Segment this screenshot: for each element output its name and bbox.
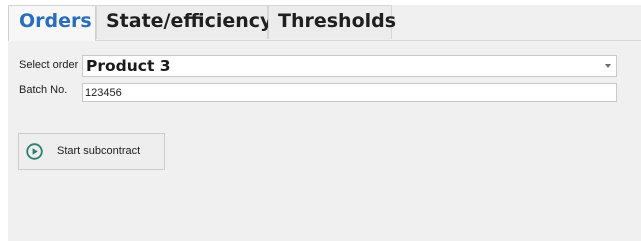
batch-no-input[interactable]	[82, 83, 617, 102]
order-select-value: Product 3	[86, 57, 171, 75]
tab-bar: Orders State/efficiency Thresholds	[8, 5, 641, 41]
chevron-down-icon[interactable]	[605, 64, 611, 68]
window-frame: Orders State/efficiency Thresholds Selec…	[8, 5, 641, 241]
play-circle-icon	[26, 143, 43, 160]
select-order-label: Select order	[19, 59, 79, 71]
start-subcontract-label: Start subcontract	[57, 145, 141, 157]
tab-thresholds[interactable]: Thresholds	[268, 5, 396, 39]
tab-state-efficiency[interactable]: State/efficiency	[96, 5, 272, 39]
batch-no-label: Batch No.	[19, 84, 68, 96]
orders-panel: Select order Product 3 Batch No. Start s…	[8, 41, 641, 241]
start-subcontract-button[interactable]: Start subcontract	[18, 133, 165, 170]
tab-orders[interactable]: Orders	[8, 5, 96, 41]
order-select[interactable]: Product 3	[82, 55, 617, 77]
